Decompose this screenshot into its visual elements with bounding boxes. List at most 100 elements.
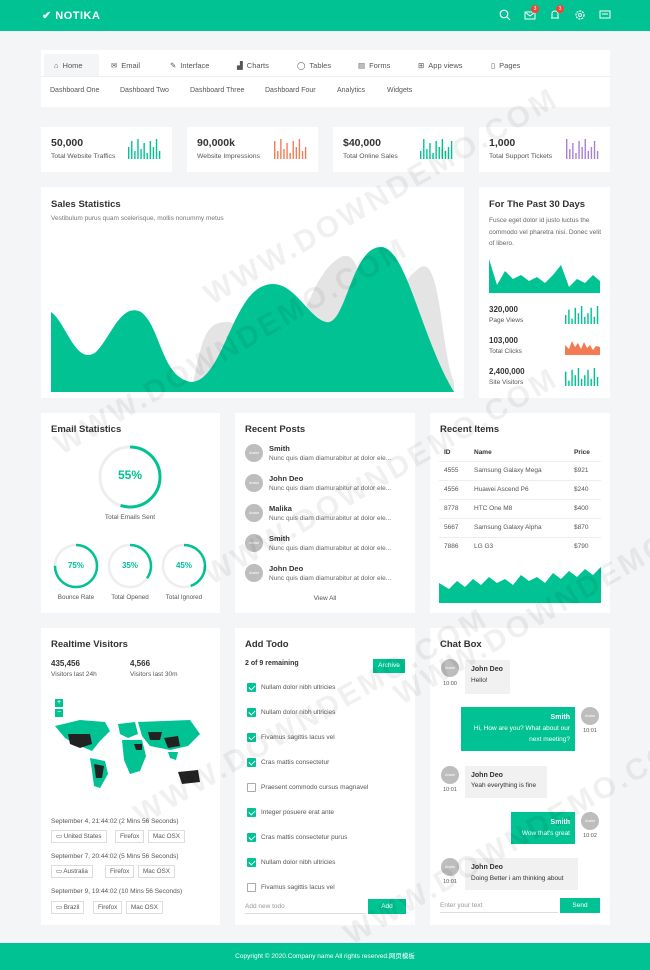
- spark-bar: [450, 141, 453, 159]
- settings-icon[interactable]: [574, 9, 587, 22]
- chat-message: Smith Hi, How are you? What about our nex…: [461, 707, 575, 751]
- past-30-days-panel: For The Past 30 Days Fusce eget dolor id…: [479, 187, 610, 398]
- map-zoom-in-button[interactable]: +: [55, 699, 63, 707]
- table-icon: ◯: [297, 60, 306, 70]
- country-tag: ▭ Australia: [51, 865, 93, 878]
- add-todo-button[interactable]: Add: [368, 899, 406, 914]
- brand-logo[interactable]: ✔ NOTIKA: [42, 9, 100, 22]
- tab-charts[interactable]: ▟ Charts: [237, 54, 269, 76]
- todo-item[interactable]: Nullam dolor nibh ultricies: [247, 708, 335, 717]
- tab-tables[interactable]: ◯ Tables: [297, 54, 331, 76]
- todo-checkbox[interactable]: [247, 808, 256, 817]
- spark-bar: [277, 151, 279, 159]
- subtab-analytics[interactable]: Analytics: [337, 87, 365, 94]
- spark-bar: [590, 147, 593, 159]
- table-row[interactable]: 4556 Huawei Ascend P6 $240: [439, 480, 601, 499]
- subtab-dashboard-four[interactable]: Dashboard Four: [265, 87, 316, 94]
- mail-icon[interactable]: 3: [524, 5, 539, 22]
- chat-icon[interactable]: [599, 9, 612, 22]
- post-author[interactable]: Smith: [269, 534, 290, 543]
- archive-button[interactable]: Archive: [373, 659, 405, 673]
- tab-interface[interactable]: ✎ Interface: [170, 54, 209, 76]
- todo-checkbox[interactable]: [247, 833, 256, 842]
- post-author[interactable]: John Deo: [269, 564, 303, 573]
- post-author[interactable]: Smith: [269, 444, 290, 453]
- todo-checkbox[interactable]: [247, 758, 256, 767]
- spark-bar: [590, 307, 592, 324]
- tab-email[interactable]: ✉ Email: [111, 54, 140, 76]
- spark-bar: [568, 380, 570, 386]
- tab-forms[interactable]: ▤ Forms: [358, 54, 390, 76]
- spark-bar: [577, 313, 580, 324]
- post-author[interactable]: Malika: [269, 504, 292, 513]
- search-icon[interactable]: [499, 9, 512, 22]
- todo-item[interactable]: Cras mattis consectetur purus: [247, 833, 347, 842]
- subtab-widgets[interactable]: Widgets: [387, 87, 412, 94]
- post-excerpt: Nunc quis diam diamurabitur at dolor ele…: [269, 515, 392, 522]
- todo-item[interactable]: Cras mattis consectetur: [247, 758, 329, 767]
- table-row[interactable]: 5667 Samsung Galaxy Alpha $870: [439, 518, 601, 537]
- todo-item[interactable]: Fivamus sagittis lacus vel: [247, 733, 335, 742]
- todo-item[interactable]: Praesent commodo cursus magnavel: [247, 783, 368, 792]
- visits-line-chart: [489, 259, 600, 293]
- table-row[interactable]: 7886 LG G3 $790: [439, 537, 601, 556]
- spark-bar: [146, 153, 148, 159]
- todo-item[interactable]: Integer posuere erat ante: [247, 808, 334, 817]
- tab-home[interactable]: ⌂ Home: [44, 54, 99, 76]
- bell-icon[interactable]: 3: [549, 5, 564, 22]
- subtab-dashboard-three[interactable]: Dashboard Three: [190, 87, 244, 94]
- table-row[interactable]: 4555 Samsung Galaxy Mega $921: [439, 461, 601, 480]
- subtab-dashboard-two[interactable]: Dashboard Two: [120, 87, 169, 94]
- column-header: Price: [574, 449, 590, 456]
- tab-pages[interactable]: ▯ Pages: [491, 54, 520, 76]
- table-row[interactable]: 8778 HTC One M8 $400: [439, 499, 601, 518]
- gauge-label: Total Opened: [111, 594, 149, 601]
- send-button[interactable]: Send: [560, 898, 600, 913]
- email-statistics-panel: Email Statistics 55% Total Emails Sent 7…: [41, 413, 220, 613]
- spark-bar: [593, 316, 596, 324]
- browser-tag: Firefox: [93, 901, 123, 914]
- post-author[interactable]: John Deo: [269, 474, 303, 483]
- avatar: Avatar: [441, 659, 459, 677]
- spark-bar: [571, 369, 573, 386]
- spark-bar: [280, 139, 282, 159]
- mail-icon: ✉: [111, 60, 118, 70]
- mini-bar-chart: [274, 139, 307, 159]
- spark-bar: [568, 309, 570, 324]
- visitor-stat-value: 4,566: [130, 659, 151, 668]
- apps-icon: ⊞: [418, 60, 425, 70]
- metric-value: 2,400,000: [489, 367, 525, 376]
- spark-bar: [574, 375, 576, 386]
- todo-input[interactable]: Add new todo: [245, 899, 366, 914]
- logo-icon: ✔: [42, 10, 52, 22]
- todo-checkbox[interactable]: [247, 708, 256, 717]
- todo-checkbox[interactable]: [247, 733, 256, 742]
- spark-bar: [289, 153, 291, 159]
- spark-bar: [565, 315, 567, 324]
- chat-message: John Deo Yeah everything is fine: [465, 766, 547, 798]
- todo-checkbox[interactable]: [247, 858, 256, 867]
- spark-bar: [441, 139, 444, 159]
- spark-bar: [444, 151, 447, 159]
- avatar: Avatar: [245, 474, 263, 492]
- mini-bar-chart: [565, 306, 599, 324]
- todo-item[interactable]: Nullam dolor nibh ultricies: [247, 683, 335, 692]
- spark-bar: [593, 141, 596, 159]
- todo-item[interactable]: Nullam dolor nibh ultricies: [247, 858, 335, 867]
- spark-bar: [596, 306, 599, 324]
- gauge-label: Bounce Rate: [57, 594, 95, 601]
- todo-checkbox[interactable]: [247, 683, 256, 692]
- subtab-dashboard-one[interactable]: Dashboard One: [50, 87, 99, 94]
- world-map: [55, 720, 200, 788]
- view-all-link[interactable]: View All: [235, 595, 415, 602]
- todo-item[interactable]: Fivamus sagittis lacus vel: [247, 883, 335, 892]
- flag-icon: ▭: [56, 868, 62, 875]
- tab-app-views[interactable]: ⊞ App views: [418, 54, 462, 76]
- chat-input[interactable]: Enter your text: [440, 898, 558, 913]
- todo-checkbox[interactable]: [247, 883, 256, 892]
- spark-bar: [565, 371, 567, 386]
- avatar: Avatar: [441, 858, 459, 876]
- todo-checkbox[interactable]: [247, 783, 256, 792]
- post-excerpt: Nunc quis diam diamurabitur at dolor ele…: [269, 485, 392, 492]
- spark-bar: [596, 377, 599, 386]
